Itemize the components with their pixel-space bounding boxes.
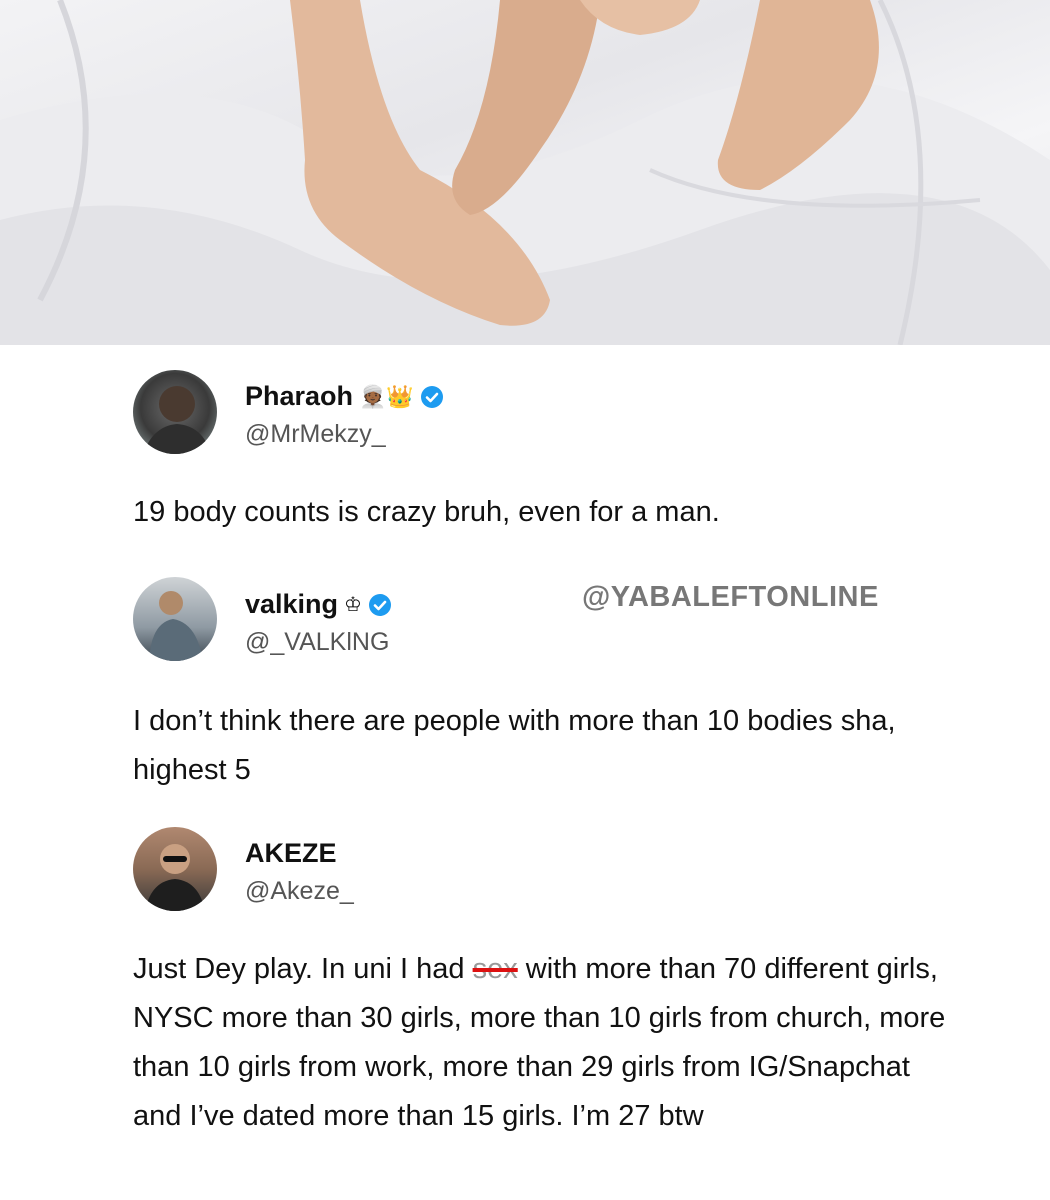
crown-symbol-icon: ♔	[344, 593, 362, 616]
watermark: @YABALEFTONLINE	[582, 581, 879, 613]
display-name-row: valking ♔	[245, 589, 392, 620]
display-name-row: AKEZE	[245, 838, 337, 869]
tweet-text-part: Just Dey play. In uni I had	[133, 953, 473, 985]
verified-badge-icon	[368, 593, 391, 616]
tweet-text: 19 body counts is crazy bruh, even for a…	[133, 496, 720, 528]
display-name-row: Pharaoh 👳🏾👑	[245, 381, 444, 412]
bed-feet-illustration	[0, 0, 1050, 345]
turban-crown-emoji-icon: 👳🏾👑	[359, 383, 414, 409]
avatar[interactable]	[133, 827, 217, 911]
tweet-text: Just Dey play. In uni I had sex with mor…	[133, 945, 953, 1141]
tweet-text: I don’t think there are people with more…	[133, 705, 896, 786]
user-handle[interactable]: @_VALKlNG	[245, 628, 389, 657]
person-icon	[145, 844, 205, 911]
avatar[interactable]	[133, 370, 217, 454]
person-icon	[149, 591, 203, 661]
verified-badge-icon	[420, 385, 443, 408]
person-icon	[143, 386, 211, 454]
censored-word: sex	[472, 953, 518, 985]
user-handle[interactable]: @MrMekzy_	[245, 420, 386, 449]
avatar[interactable]	[133, 577, 217, 661]
display-name[interactable]: Pharaoh	[245, 381, 353, 412]
header-photo	[0, 0, 1050, 345]
user-handle[interactable]: @Akeze_	[245, 877, 354, 906]
display-name[interactable]: AKEZE	[245, 838, 337, 869]
display-name[interactable]: valking	[245, 589, 338, 620]
